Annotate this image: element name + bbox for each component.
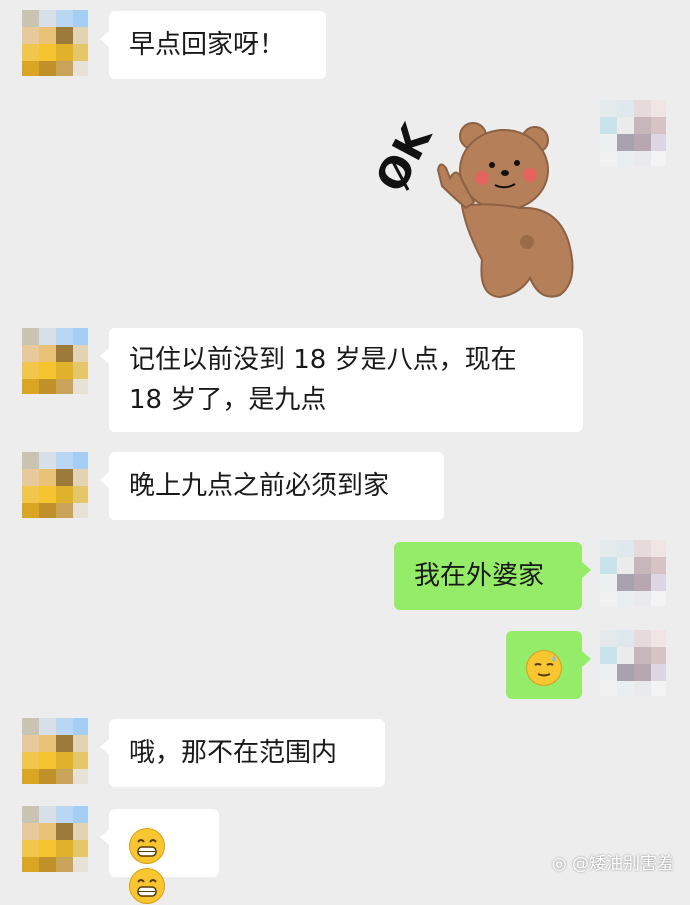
- my-avatar[interactable]: [600, 630, 666, 696]
- contact-avatar[interactable]: [22, 10, 88, 76]
- outgoing-message-bubble[interactable]: [506, 631, 591, 699]
- message-text-line: 18 岁了，是九点: [129, 385, 327, 415]
- message-row: 我在外婆家: [0, 540, 690, 612]
- contact-avatar[interactable]: [22, 328, 88, 394]
- message-text: 哦，那不在范围内: [129, 738, 338, 768]
- message-row: OK: [0, 100, 690, 300]
- grinning-emoji-icon: [129, 827, 165, 864]
- my-avatar[interactable]: [600, 100, 666, 166]
- message-text: 早点回家呀！: [129, 30, 286, 60]
- message-row: 晚上九点之前必须到家: [0, 452, 690, 524]
- weibo-watermark: ◎ @矮油别害羞: [552, 849, 674, 874]
- bear-sticker-image: OK: [366, 115, 574, 299]
- incoming-message-bubble[interactable]: 晚上九点之前必须到家: [100, 452, 444, 520]
- message-text-line: 记住以前没到 18 岁是八点，现在: [129, 345, 517, 375]
- sweat-smile-emoji-icon: [526, 649, 562, 686]
- incoming-message-bubble[interactable]: [100, 809, 219, 904]
- outgoing-message-bubble[interactable]: 我在外婆家: [394, 542, 591, 610]
- incoming-message-bubble[interactable]: 早点回家呀！: [100, 11, 326, 79]
- incoming-message-bubble[interactable]: 哦，那不在范围内: [100, 719, 385, 787]
- message-row: 哦，那不在范围内: [0, 718, 690, 790]
- message-row: 记住以前没到 18 岁是八点，现在 18 岁了，是九点: [0, 328, 690, 436]
- contact-avatar[interactable]: [22, 806, 88, 872]
- message-text: 我在外婆家: [414, 561, 545, 591]
- message-row: [0, 630, 690, 702]
- message-text: 晚上九点之前必须到家: [129, 471, 390, 501]
- contact-avatar[interactable]: [22, 452, 88, 518]
- watermark-text: @矮油别害羞: [572, 854, 674, 874]
- contact-avatar[interactable]: [22, 718, 88, 784]
- incoming-message-bubble[interactable]: 记住以前没到 18 岁是八点，现在 18 岁了，是九点: [100, 328, 583, 432]
- message-row: 早点回家呀！: [0, 10, 690, 82]
- grinning-emoji-icon: [129, 867, 165, 904]
- ok-bear-sticker[interactable]: OK: [366, 110, 585, 300]
- my-avatar[interactable]: [600, 540, 666, 606]
- weibo-logo-icon: ◎: [551, 854, 567, 874]
